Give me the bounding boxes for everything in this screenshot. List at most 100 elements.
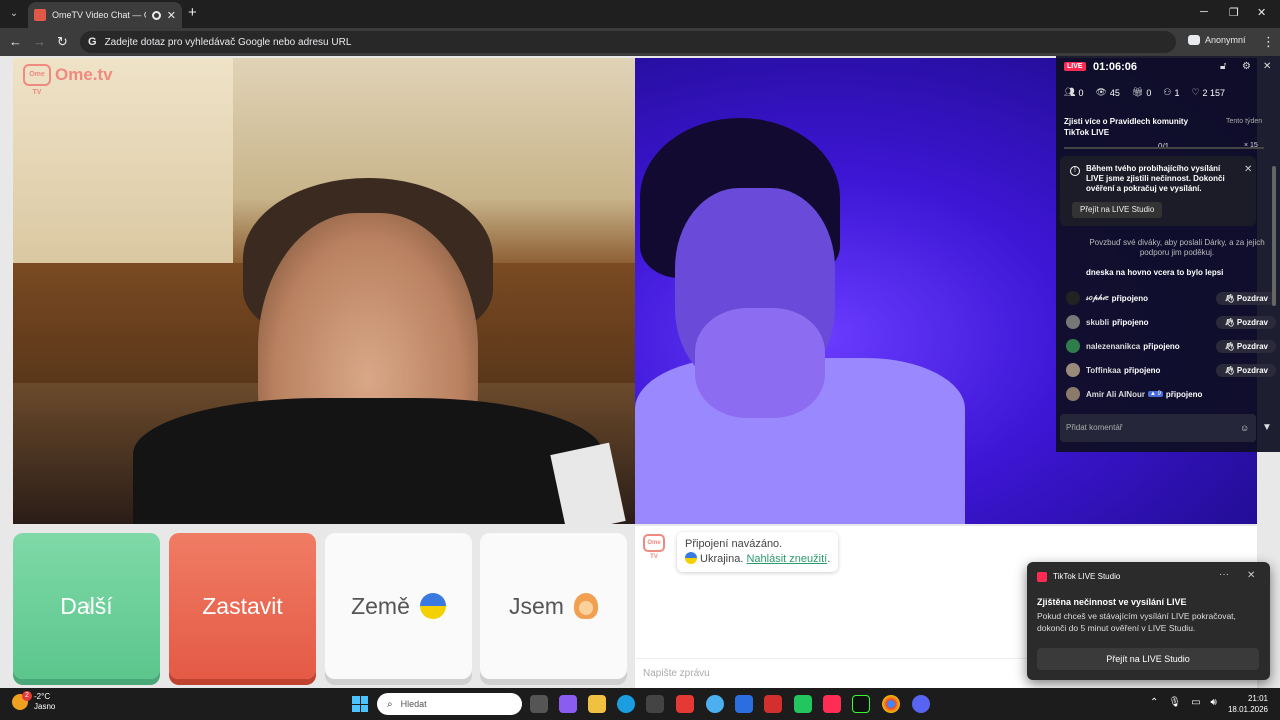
google-icon: G: [88, 36, 97, 48]
minimize-button[interactable]: ─: [1200, 6, 1208, 18]
display-icon[interactable]: ▭: [1191, 697, 1200, 708]
go-to-live-studio-button[interactable]: Přejít na LIVE Studio: [1072, 202, 1163, 218]
greet-button[interactable]: 👋︎ Pozdrav: [1216, 339, 1276, 353]
viewer-name[interactable]: skubli: [1086, 318, 1109, 327]
avatar[interactable]: [1066, 387, 1080, 401]
app-shield-icon[interactable]: [764, 695, 782, 713]
stat-people-value: 0: [1078, 87, 1084, 98]
avatar[interactable]: [1066, 339, 1080, 353]
gift-icon: 🎁︎: [1131, 87, 1144, 97]
live-badge: LIVE: [1064, 62, 1086, 71]
tab-close-icon[interactable]: ✕: [167, 9, 176, 22]
store-icon[interactable]: [646, 695, 664, 713]
incognito-indicator[interactable]: Anonymní: [1188, 35, 1246, 45]
weekly-progress-bar: [1064, 147, 1264, 149]
app-terminal-icon[interactable]: [852, 695, 870, 713]
new-tab-button[interactable]: +: [188, 4, 197, 21]
ometv-logo-icon: Ome TV: [23, 64, 51, 96]
discord-icon[interactable]: [912, 695, 930, 713]
eye-icon: 👁︎: [1095, 87, 1107, 97]
greet-button[interactable]: 👋︎ Pozdrav: [1216, 291, 1276, 305]
ometv-chat-logo-icon: Ome TV: [643, 534, 665, 560]
pillow: [550, 442, 626, 524]
community-rules-link[interactable]: Zjisti více o Pravidlech komunity TikTok…: [1064, 116, 1214, 138]
level-badge: ▲ 9: [1147, 391, 1163, 397]
country-button[interactable]: Země: [325, 533, 472, 679]
recording-icon: [151, 10, 161, 20]
avatar[interactable]: [1066, 291, 1080, 305]
start-button[interactable]: [352, 696, 368, 712]
ometv-logo[interactable]: Ome TV Ome.tv: [23, 64, 113, 96]
warning-close-icon[interactable]: ✕: [1244, 164, 1252, 175]
file-explorer-icon[interactable]: [588, 695, 606, 713]
add-comment-input[interactable]: Přidat komentář: [1060, 414, 1256, 442]
connection-status: Připojení navázáno.: [685, 538, 783, 550]
filter-icon[interactable]: ▼: [1262, 422, 1272, 433]
address-bar[interactable]: G Zadejte dotaz pro vyhledávač Google ne…: [80, 31, 1176, 53]
back-button[interactable]: ←: [9, 34, 22, 49]
favicon-icon: [34, 9, 46, 21]
country-label: Země: [351, 592, 410, 619]
taskbar-search[interactable]: ⌕ Hledat: [377, 693, 522, 715]
browser-menu-icon[interactable]: ⋮: [1262, 34, 1275, 50]
viewer-name[interactable]: Amir Ali AlNour: [1086, 390, 1145, 399]
clock[interactable]: 21:01 18.01.2026: [1226, 693, 1268, 715]
join-item: nalezenanikca připojeno 👋︎ Pozdrav: [1066, 334, 1276, 358]
viewer-comment: dneska na hovno vcera to bylo lepsi: [1086, 268, 1224, 277]
lock-icon[interactable]: 🔓︎: [1220, 61, 1226, 72]
level-value: 9: [1157, 391, 1161, 397]
join-item: Toffinkaa připojeno 👋︎ Pozdrav: [1066, 358, 1276, 382]
avatar[interactable]: [1066, 363, 1080, 377]
join-status: připojeno: [1165, 389, 1203, 399]
app-green-icon[interactable]: [794, 695, 812, 713]
stop-label: Zastavit: [202, 592, 283, 619]
stat-gifts: 🎁︎ 0: [1132, 87, 1151, 98]
panel-scrollbar[interactable]: [1272, 166, 1276, 306]
tab-ometv[interactable]: OmeTV Video Chat — Ome ✕: [28, 2, 182, 28]
weather-widget[interactable]: 2 -2°C Jasno: [12, 691, 55, 712]
gender-button[interactable]: Jsem: [480, 533, 627, 679]
join-status: připojeno: [1123, 365, 1161, 375]
greet-label: Pozdrav: [1236, 293, 1268, 303]
copilot-icon[interactable]: [559, 695, 577, 713]
viewer-name[interactable]: 𝓈𝑜𝓅𝒽𝒾𝑒: [1086, 293, 1109, 303]
avatar[interactable]: [1066, 315, 1080, 329]
volume-icon[interactable]: 🔊︎: [1211, 697, 1217, 708]
forward-button[interactable]: →: [33, 34, 46, 49]
edge-icon[interactable]: [617, 695, 635, 713]
app-globe-icon[interactable]: [706, 695, 724, 713]
tab-search-button[interactable]: ⌄: [4, 4, 24, 24]
greet-button[interactable]: 👋︎ Pozdrav: [1216, 363, 1276, 377]
week-label: Tento týden: [1226, 118, 1263, 125]
microphone-icon[interactable]: 🎙︎: [1168, 697, 1181, 708]
greet-button[interactable]: 👋︎ Pozdrav: [1216, 315, 1276, 329]
tiktok-icon[interactable]: [823, 695, 841, 713]
browser-toolbar: ← → ↻ G Zadejte dotaz pro vyhledávač Goo…: [0, 28, 1280, 56]
more-options-icon[interactable]: ···: [1219, 569, 1229, 580]
close-window-button[interactable]: ✕: [1257, 6, 1266, 19]
reload-button[interactable]: ↻: [57, 34, 68, 50]
viewer-name[interactable]: Toffinkaa: [1086, 366, 1121, 375]
logo-text: Ome.tv: [55, 65, 113, 84]
mail-icon[interactable]: [735, 695, 753, 713]
remote-person-hand: [695, 308, 825, 418]
notification-action-button[interactable]: Přejít na LIVE Studio: [1037, 648, 1259, 670]
tiktok-live-panel: LIVE 01:06:06 🔓︎ ⚙︎ ✕ 👥︎ 0 👁︎ 45 🎁︎ 0 ⚇ 1 ♡ 2…: [1056, 56, 1280, 452]
restore-button[interactable]: ❐: [1229, 6, 1239, 19]
close-icon[interactable]: ✕: [1263, 61, 1271, 72]
task-view-icon[interactable]: [530, 695, 548, 713]
chrome-icon[interactable]: [882, 695, 900, 713]
person-shirt: [133, 398, 603, 524]
clock-date: 18.01.2026: [1227, 705, 1268, 714]
notification-close-icon[interactable]: ✕: [1247, 570, 1255, 581]
report-abuse-link[interactable]: Nahlásit zneužití: [746, 553, 827, 565]
settings-icon[interactable]: ⚙︎: [1242, 61, 1251, 72]
app-red-icon[interactable]: [676, 695, 694, 713]
viewer-name[interactable]: nalezenanikca: [1086, 342, 1140, 351]
stat-views-value: 45: [1109, 87, 1120, 98]
tray-overflow-icon[interactable]: ⌃: [1150, 697, 1158, 708]
join-list: 𝓈𝑜𝓅𝒽𝒾𝑒 připojeno 👋︎ Pozdrav skubli připo…: [1066, 286, 1276, 406]
background-wall: [13, 58, 233, 288]
stop-button[interactable]: Zastavit: [169, 533, 316, 679]
emoji-icon[interactable]: ☺: [1240, 423, 1249, 433]
